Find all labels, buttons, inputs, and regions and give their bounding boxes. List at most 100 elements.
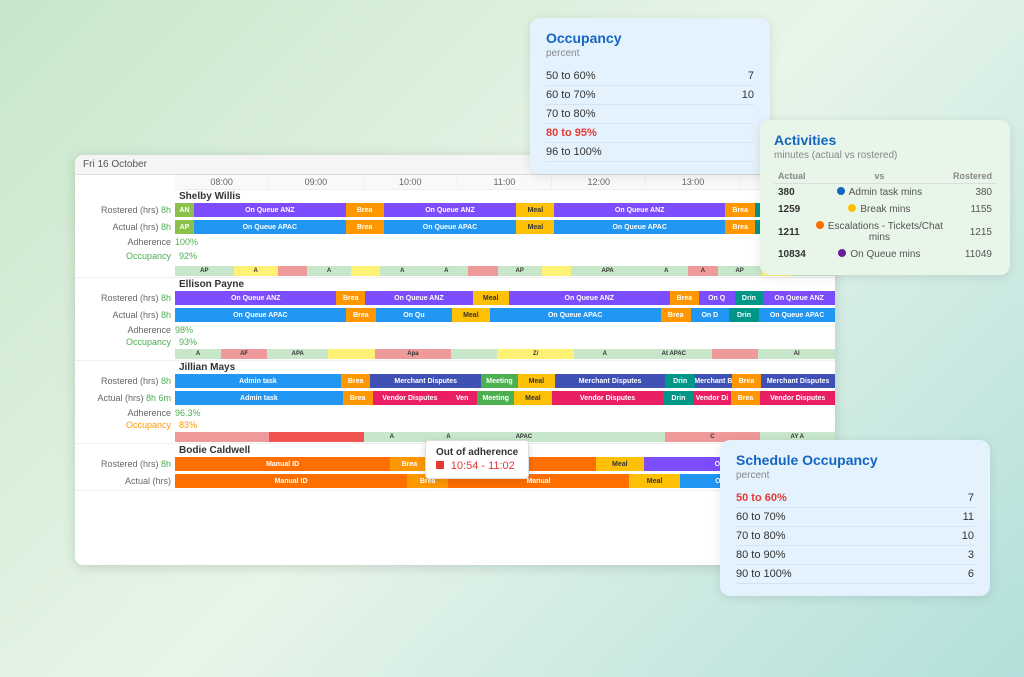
adh-block: AP	[718, 266, 762, 276]
bar: Brea	[390, 457, 428, 471]
activities-card: Activities minutes (actual vs rostered) …	[760, 120, 1010, 275]
actual-timeline-ellison: On Queue APAC Brea On Qu Meal On Queue A…	[175, 308, 835, 322]
bar: Drin	[665, 374, 695, 388]
bar: Meal	[629, 474, 681, 488]
act-row-4: 10834 On Queue mins 11049	[774, 246, 996, 263]
time-slot-6: 13:00	[646, 177, 740, 187]
bar: On Queue APAC	[194, 220, 346, 234]
dot-icon-4	[838, 249, 846, 257]
act-actual-4: 10834	[774, 246, 810, 263]
bar: On Queue ANZ	[175, 291, 336, 305]
adh-timeline-ellison: A AF APA Apa Z/ A At APAC Al	[175, 349, 835, 359]
bar: Meal	[516, 220, 554, 234]
adh-block: Al	[758, 349, 835, 359]
bar: On Queue ANZ	[194, 203, 346, 217]
bar: Drin	[735, 291, 764, 305]
adherence-value-jillian: 96.3%	[175, 408, 201, 418]
adh-block: A	[175, 349, 221, 359]
bar: Brea	[725, 203, 755, 217]
tooltip-title: Out of adherence	[436, 447, 518, 458]
activities-title: Activities	[774, 132, 996, 148]
sched-occ-row-3: 70 to 80% 10	[736, 527, 974, 546]
act-desc-3: Escalations - Tickets/Chat mins	[828, 221, 943, 243]
tooltip-marker	[436, 461, 444, 469]
bar: Meal	[514, 391, 551, 405]
bar: Manual ID	[175, 457, 390, 471]
sched-occ-row-2: 60 to 70% 11	[736, 508, 974, 527]
time-slot-1: 08:00	[175, 177, 269, 187]
bar: Brea	[670, 291, 699, 305]
occ-value-1: 7	[748, 70, 754, 82]
sched-occ-value-1: 7	[968, 492, 974, 504]
adh-block	[451, 349, 497, 359]
sched-occ-label-4: 80 to 90%	[736, 549, 786, 561]
activities-subtitle: minutes (actual vs rostered)	[774, 150, 996, 161]
adh-block: AP	[175, 266, 234, 276]
adh-blocks-shelby: AP A A A A AP APA A A AP AE A	[75, 265, 835, 277]
adh-block	[712, 349, 758, 359]
bar: Drin	[729, 308, 759, 322]
rostered-row-ellison: Rostered (hrs) 8h On Queue ANZ Brea On Q…	[75, 290, 835, 306]
sched-occ-title: Schedule Occupancy	[736, 452, 974, 468]
bar: Drin	[663, 391, 693, 405]
sched-occ-value-4: 3	[968, 549, 974, 561]
agent-name-bodie: Bodie Caldwell	[175, 443, 254, 458]
adh-block	[468, 266, 497, 276]
bar: Admin task	[175, 391, 343, 405]
sched-occ-value-2: 11	[963, 511, 974, 523]
dot-icon-1	[837, 187, 845, 195]
bar: Manual ID	[175, 474, 407, 488]
bar: On Queue ANZ	[384, 203, 517, 217]
bar: Brea	[732, 374, 762, 388]
time-slot-4: 11:00	[458, 177, 552, 187]
bar: Brea	[661, 308, 691, 322]
rostered-timeline-shelby: AN On Queue ANZ Brea On Queue ANZ Meal O…	[175, 203, 835, 217]
adherence-meta-jillian: Adherence 96.3%	[75, 407, 835, 419]
occupancy-value-shelby: 92%	[175, 251, 197, 261]
occ-label-5: 96 to 100%	[546, 146, 602, 158]
agent-name-row-jillian: Jillian Mays	[75, 361, 835, 373]
act-roster-3: 1215	[949, 218, 996, 246]
bar: Merchant Disputes	[555, 374, 666, 388]
bar: Vendor Disputes	[552, 391, 664, 405]
bar: On Queue ANZ	[554, 203, 725, 217]
act-roster-1: 380	[949, 184, 996, 202]
bar: On Queue ANZ	[509, 291, 670, 305]
bar: Meal	[518, 374, 555, 388]
rostered-timeline-ellison: On Queue ANZ Brea On Queue ANZ Meal On Q…	[175, 291, 835, 305]
actual-row-shelby: Actual (hrs) 8h AP On Queue APAC Brea On…	[75, 219, 835, 235]
adh-block	[269, 432, 363, 442]
occ-label-2: 60 to 70%	[546, 89, 596, 101]
occ-value-2: 10	[742, 89, 754, 101]
occ-row-2: 60 to 70% 10	[546, 86, 754, 105]
bar: On Q	[699, 291, 735, 305]
adh-block: AF	[221, 349, 267, 359]
adherence-row-shelby: Occupancy 92%	[75, 248, 835, 264]
bar: Vendor Disputes	[373, 391, 448, 405]
adh-block: Apa	[375, 349, 452, 359]
agent-name-row-shelby: Shelby Willis	[75, 190, 835, 202]
adh-timeline-shelby: AP A A A A AP APA A A AP AE A	[175, 266, 835, 276]
occupancy-value-jillian: 83%	[175, 420, 197, 430]
adh-block: A	[380, 266, 424, 276]
bar: Meal	[452, 308, 490, 322]
act-row-1: 380 Admin task mins 380	[774, 184, 996, 202]
bar: Brea	[731, 391, 761, 405]
occ-label-3: 70 to 80%	[546, 108, 596, 120]
adherence-value-shelby: 100%	[175, 237, 198, 247]
adh-block	[278, 266, 307, 276]
agent-section-shelby: Shelby Willis Rostered (hrs) 8h AN On Qu…	[75, 190, 835, 278]
occupancy-meta-jillian: Occupancy 83%	[75, 419, 835, 431]
adh-block	[542, 266, 571, 276]
occ-label-1: 50 to 60%	[546, 70, 596, 82]
adh-block: A	[644, 266, 688, 276]
bar: Brea	[725, 220, 755, 234]
bar: Meeting	[477, 391, 514, 405]
occ-label-4: 80 to 95%	[546, 127, 597, 139]
sched-occ-row-5: 90 to 100% 6	[736, 565, 974, 584]
rostered-timeline-jillian: Admin task Brea Merchant Disputes Meetin…	[175, 374, 835, 388]
act-row-2: 1259 Break mins 1155	[774, 201, 996, 218]
bar: On Queue APAC	[175, 308, 346, 322]
rostered-row-shelby: Rostered (hrs) 8h AN On Queue ANZ Brea O…	[75, 202, 835, 218]
bar: On Queue APAC	[384, 220, 517, 234]
